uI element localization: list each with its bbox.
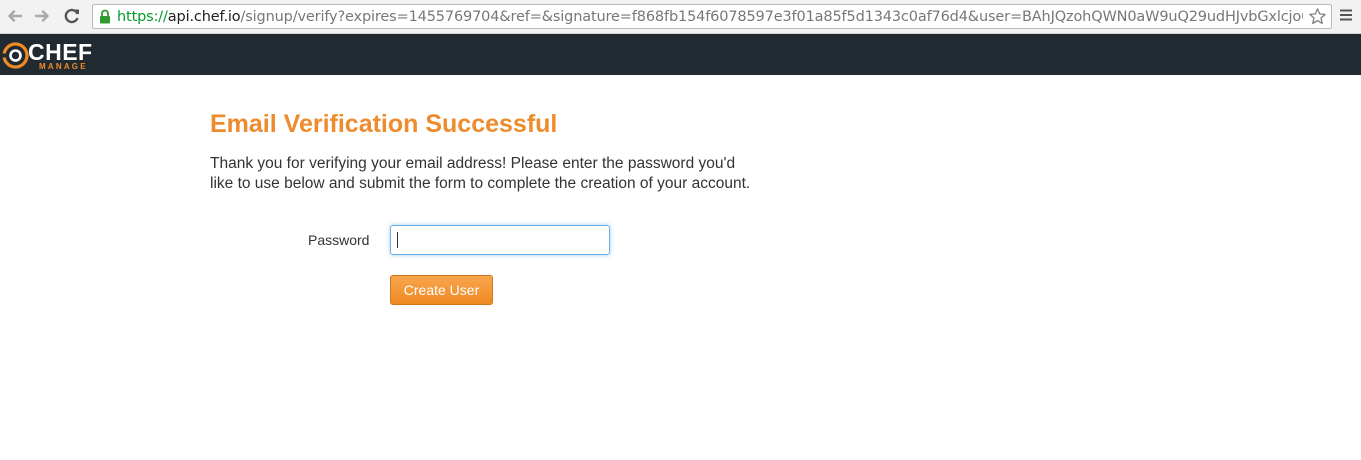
app-header: CHEF MANAGE: [0, 34, 1361, 75]
star-icon[interactable]: [1308, 7, 1327, 31]
url-path: /signup/verify?expires=1455769704&ref=&s…: [240, 9, 1303, 25]
browser-toolbar: https://api.chef.io/signup/verify?expire…: [0, 0, 1361, 34]
forward-arrow-icon[interactable]: [31, 5, 53, 27]
url-host: api.chef.io: [167, 9, 241, 25]
address-bar[interactable]: https://api.chef.io/signup/verify?expire…: [92, 4, 1332, 29]
url-text: https://api.chef.io/signup/verify?expire…: [117, 7, 1303, 27]
hamburger-menu-icon[interactable]: [1338, 7, 1354, 28]
reload-icon[interactable]: [61, 5, 83, 27]
verification-message: Thank you for verifying your email addre…: [210, 155, 751, 192]
chef-manage-logo[interactable]: CHEF MANAGE: [2, 39, 122, 71]
create-user-button[interactable]: Create User: [390, 275, 493, 305]
password-label: Password: [308, 232, 370, 248]
logo-subtitle: MANAGE: [39, 62, 88, 71]
chef-logo-icon: [2, 42, 29, 69]
page-title: Email Verification Successful: [210, 110, 558, 138]
back-arrow-icon[interactable]: [4, 5, 26, 27]
text-caret: [397, 232, 398, 248]
url-scheme: https://: [117, 9, 168, 25]
logo-wordmark: CHEF: [28, 39, 93, 65]
lock-icon: [99, 9, 111, 29]
password-field[interactable]: [390, 225, 610, 255]
